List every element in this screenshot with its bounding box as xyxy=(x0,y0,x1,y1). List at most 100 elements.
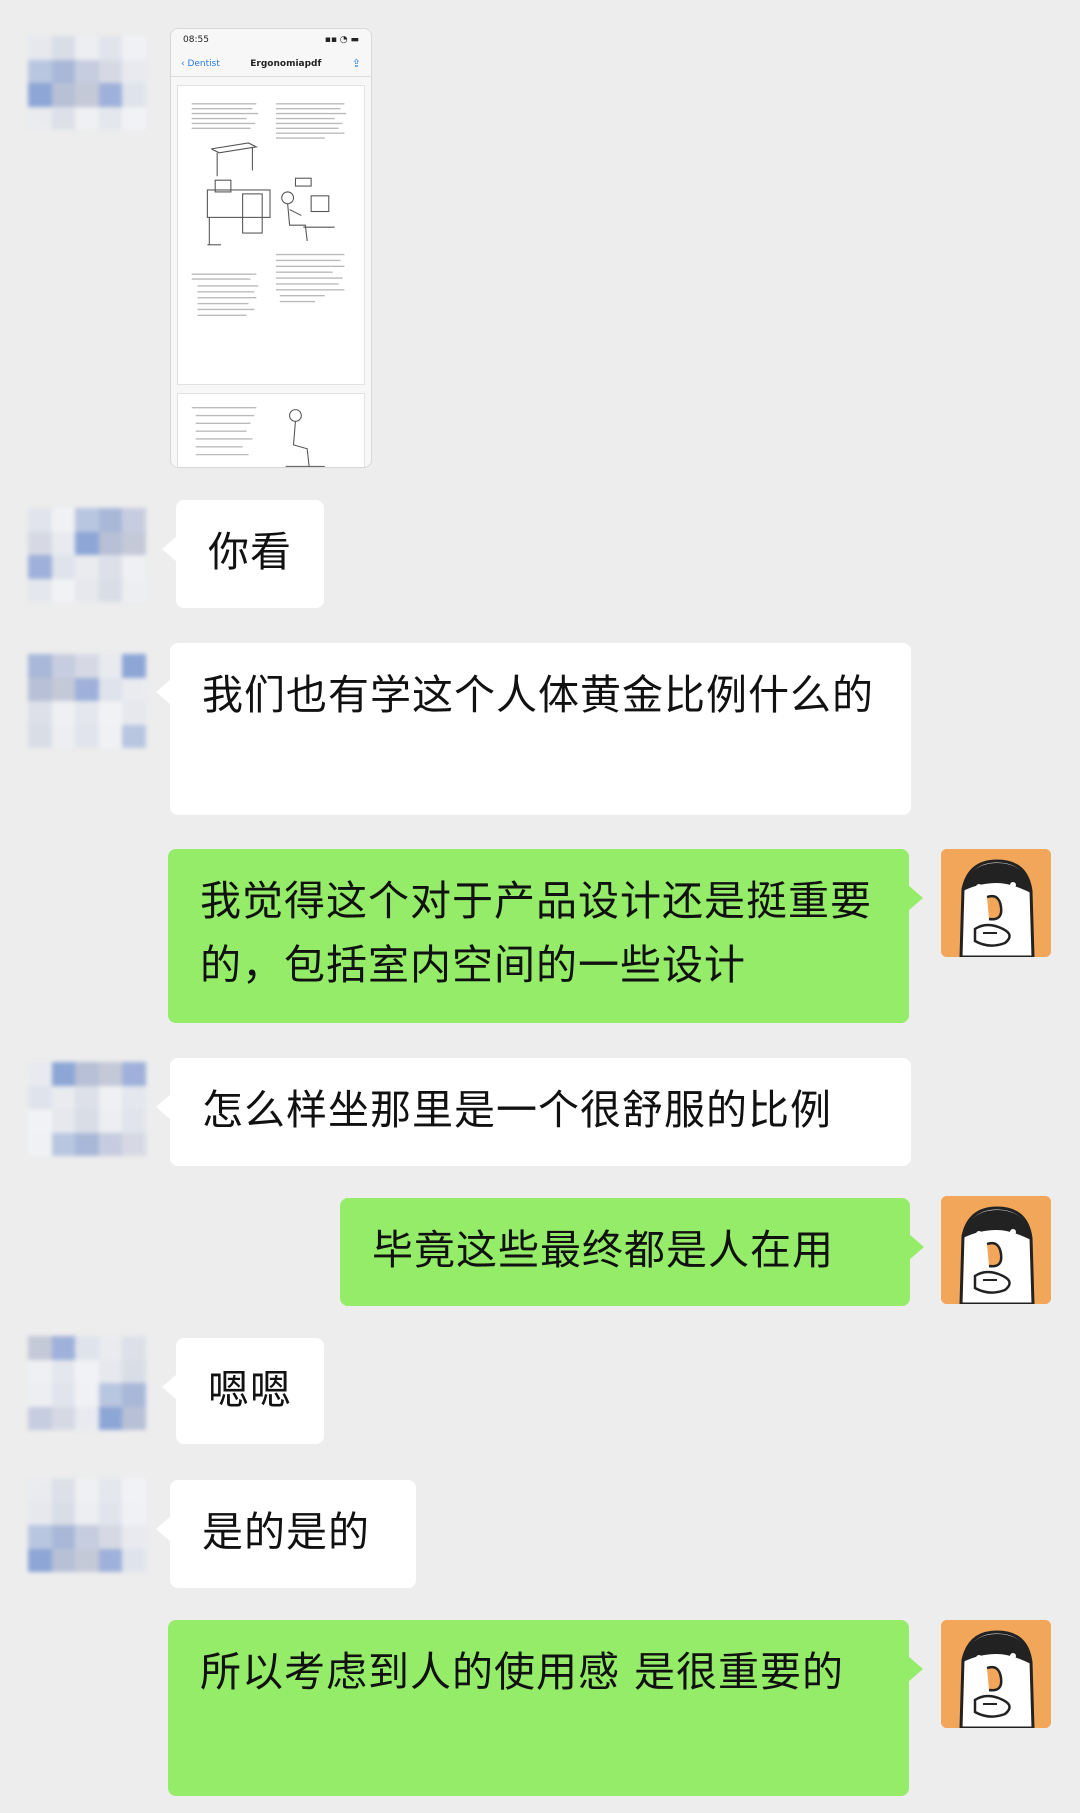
avatar-blur-tile xyxy=(98,1336,123,1360)
avatar-blur-tile xyxy=(75,1525,99,1549)
avatar-blur-tile xyxy=(98,677,123,701)
avatar-blur-tile xyxy=(75,1085,99,1109)
avatar-blur-tile xyxy=(122,1548,146,1572)
avatar-blur-tile xyxy=(28,59,52,83)
pdf-page-1 xyxy=(177,85,365,385)
avatar-blur-tile xyxy=(122,555,146,579)
avatar-blur-tile xyxy=(98,1062,123,1086)
avatar-blur-tile xyxy=(122,531,146,555)
avatar-blur-tile xyxy=(122,1478,146,1502)
message-bubble-incoming[interactable]: 是的是的 xyxy=(156,1480,416,1588)
image-nav-back-label: Dentist xyxy=(187,58,220,69)
avatar-blur-tile xyxy=(75,701,99,725)
contact-avatar[interactable] xyxy=(28,36,146,130)
avatar-blur-tile xyxy=(122,724,146,748)
avatar-blur-tile xyxy=(75,1132,99,1156)
avatar-blur-tile xyxy=(75,83,99,107)
avatar-blur-tile xyxy=(122,1383,146,1407)
avatar-blur-tile xyxy=(98,59,123,83)
avatar-blur-tile xyxy=(75,1109,99,1133)
avatar-blur-tile xyxy=(122,36,146,60)
avatar-blur-tile xyxy=(75,1336,99,1360)
self-avatar-sticker[interactable] xyxy=(941,1196,1051,1304)
avatar-blur-tile xyxy=(122,59,146,83)
avatar-blur-tile xyxy=(75,1406,99,1430)
avatar-blur-tile xyxy=(28,654,52,678)
avatar-blur-tile xyxy=(98,1525,123,1549)
pdf-page-2 xyxy=(177,393,365,467)
contact-avatar[interactable] xyxy=(28,508,146,602)
avatar-blur-tile xyxy=(75,531,99,555)
avatar-blur-tile xyxy=(51,1062,76,1086)
message-bubble-outgoing[interactable]: 我觉得这个对于产品设计还是挺重要的，包括室内空间的一些设计 xyxy=(168,849,923,1023)
avatar-blur-tile xyxy=(51,1501,76,1525)
avatar-blur-tile xyxy=(98,701,123,725)
avatar-blur-tile xyxy=(122,1132,146,1156)
avatar-blur-tile xyxy=(51,654,76,678)
contact-avatar[interactable] xyxy=(28,654,146,748)
avatar-blur-tile xyxy=(75,106,99,130)
penguin-sticker-icon xyxy=(941,849,1051,957)
avatar-blur-tile xyxy=(75,508,99,532)
avatar-blur-tile xyxy=(122,677,146,701)
avatar-blur-tile xyxy=(98,1109,123,1133)
avatar-blur-tile xyxy=(28,1406,52,1430)
message-bubble-incoming[interactable]: 嗯嗯 xyxy=(162,1338,324,1444)
image-nav-bar: ‹ Dentist Ergonomiapdf ⇪ xyxy=(171,51,371,77)
avatar-blur-tile xyxy=(28,1062,52,1086)
avatar-blur-tile xyxy=(75,1359,99,1383)
self-avatar-sticker[interactable] xyxy=(941,1620,1051,1728)
message-bubble-incoming[interactable]: 你看 xyxy=(162,500,324,608)
avatar-blur-tile xyxy=(98,654,123,678)
avatar-blur-tile xyxy=(98,1478,123,1502)
avatar-blur-tile xyxy=(51,1525,76,1549)
image-status-time: 08:55 xyxy=(183,35,209,45)
contact-avatar[interactable] xyxy=(28,1478,146,1572)
message-bubble-outgoing[interactable]: 所以考虑到人的使用感 是很重要的 xyxy=(168,1620,923,1796)
avatar-blur-tile xyxy=(28,1109,52,1133)
avatar-blur-tile xyxy=(75,1501,99,1525)
message-bubble-incoming[interactable]: 怎么样坐那里是一个很舒服的比例 xyxy=(156,1058,911,1166)
pdf-page-1-content xyxy=(191,103,347,316)
avatar-blur-tile xyxy=(122,1085,146,1109)
avatar-blur-tile xyxy=(98,1359,123,1383)
avatar-blur-tile xyxy=(122,83,146,107)
avatar-blur-tile xyxy=(98,1406,123,1430)
avatar-blur-tile xyxy=(75,1062,99,1086)
avatar-blur-tile xyxy=(122,1525,146,1549)
image-message-pdf-screenshot[interactable]: 08:55 ▪▪ ◔ ▬ ‹ Dentist Ergonomiapdf ⇪ xyxy=(170,28,372,468)
contact-avatar[interactable] xyxy=(28,1062,146,1156)
avatar-blur-tile xyxy=(98,1501,123,1525)
avatar-blur-tile xyxy=(28,1383,52,1407)
message-bubble-outgoing[interactable]: 毕竟这些最终都是人在用 xyxy=(340,1198,924,1306)
penguin-sticker-icon xyxy=(941,1620,1051,1728)
image-nav-back: ‹ Dentist xyxy=(181,58,220,69)
avatar-blur-tile xyxy=(51,1478,76,1502)
avatar-blur-tile xyxy=(51,677,76,701)
avatar-blur-tile xyxy=(28,724,52,748)
avatar-blur-tile xyxy=(98,83,123,107)
avatar-blur-tile xyxy=(75,59,99,83)
avatar-blur-tile xyxy=(98,1085,123,1109)
avatar-blur-tile xyxy=(28,1501,52,1525)
avatar-blur-tile xyxy=(51,508,76,532)
avatar-blur-tile xyxy=(51,1109,76,1133)
avatar-blur-tile xyxy=(51,1383,76,1407)
avatar-blur-tile xyxy=(28,555,52,579)
image-status-bar: 08:55 ▪▪ ◔ ▬ xyxy=(171,29,371,51)
avatar-blur-tile xyxy=(75,555,99,579)
avatar-blur-tile xyxy=(98,1383,123,1407)
avatar-blur-tile xyxy=(28,677,52,701)
avatar-blur-tile xyxy=(122,1501,146,1525)
contact-avatar[interactable] xyxy=(28,1336,146,1430)
pdf-page-2-content xyxy=(191,407,325,467)
avatar-blur-tile xyxy=(122,1359,146,1383)
avatar-blur-tile xyxy=(98,555,123,579)
self-avatar-sticker[interactable] xyxy=(941,849,1051,957)
penguin-sticker-icon xyxy=(941,1196,1051,1304)
avatar-blur-tile xyxy=(51,578,76,602)
avatar-blur-tile xyxy=(75,724,99,748)
message-bubble-incoming[interactable]: 我们也有学这个人体黄金比例什么的 xyxy=(156,643,911,815)
avatar-blur-tile xyxy=(51,1085,76,1109)
avatar-blur-tile xyxy=(51,555,76,579)
